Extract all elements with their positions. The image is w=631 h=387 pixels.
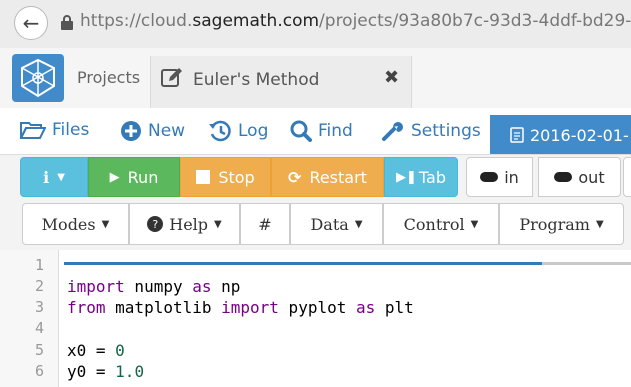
line-number: 6 <box>34 362 44 380</box>
toggle-in-label: in <box>504 167 519 187</box>
code-line[interactable]: import numpy as np <box>67 277 240 296</box>
lock-icon <box>61 15 73 30</box>
help-menu[interactable]: ? Help ▼ <box>129 203 240 245</box>
help-label: Help <box>169 214 209 234</box>
step-forward-icon: ▶❚ <box>396 169 417 185</box>
restart-label: Restart <box>309 167 367 187</box>
run-button[interactable]: ▶ Run <box>88 157 180 197</box>
caret-down-icon: ▼ <box>470 218 479 230</box>
sagemath-logo-icon[interactable] <box>12 54 64 102</box>
cell-progress-track <box>542 262 631 265</box>
code-text: pyplot <box>278 298 356 317</box>
find-link[interactable]: Find <box>290 120 353 142</box>
caret-down-icon: ▼ <box>595 218 604 230</box>
edit-icon <box>161 68 182 87</box>
arrow-left-icon: ← <box>22 11 40 35</box>
close-icon[interactable]: ✖ <box>384 67 399 88</box>
code-line[interactable]: x0 = 0 <box>67 341 125 360</box>
stop-icon <box>196 170 211 184</box>
keyword: as <box>355 298 376 317</box>
back-button[interactable]: ← <box>14 6 48 40</box>
search-icon <box>290 120 312 142</box>
line-number: 4 <box>34 319 44 337</box>
line-number: 1 <box>34 256 44 274</box>
modes-label: Modes <box>41 214 96 234</box>
keyword: import <box>221 298 279 317</box>
data-menu[interactable]: Data ▼ <box>290 203 383 245</box>
play-icon: ▶ <box>109 169 120 185</box>
code-line[interactable]: from matplotlib import pyplot as plt <box>67 298 414 317</box>
find-label: Find <box>318 121 353 141</box>
program-label: Program <box>519 214 590 234</box>
files-label: Files <box>52 120 90 140</box>
caret-down-icon: ▼ <box>101 218 110 230</box>
files-link[interactable]: Files <box>20 120 89 140</box>
toggle-out-button[interactable]: out <box>538 157 621 197</box>
stop-button[interactable]: Stop <box>180 157 271 197</box>
url-prefix: https://cloud. <box>80 11 193 31</box>
refresh-icon: ⟳ <box>288 167 302 187</box>
log-link[interactable]: Log <box>208 120 268 142</box>
keyword: as <box>192 277 212 296</box>
caret-down-icon: ▼ <box>354 218 363 230</box>
line-number: 3 <box>34 298 44 316</box>
keyword: from <box>67 298 106 317</box>
new-label: New <box>148 121 186 141</box>
stop-label: Stop <box>218 167 255 187</box>
restart-button[interactable]: ⟳ Restart <box>271 157 384 197</box>
info-button[interactable]: ℹ ▼ <box>20 157 88 197</box>
url-text[interactable]: https://cloud.sagemath.com/projects/93a8… <box>80 11 631 31</box>
code-text: numpy <box>124 277 193 296</box>
line-number: 2 <box>34 277 44 295</box>
plus-circle-icon <box>121 121 141 141</box>
number-literal: 1.0 <box>115 362 145 381</box>
control-menu[interactable]: Control ▼ <box>383 203 499 245</box>
code-text: matplotlib <box>105 298 222 317</box>
tab-projects[interactable]: Projects <box>77 68 140 87</box>
new-link[interactable]: New <box>120 120 185 142</box>
tab-file-label: Euler's Method <box>193 70 320 90</box>
toggle-in-button[interactable]: in <box>466 157 533 197</box>
data-label: Data <box>310 214 349 234</box>
history-icon <box>209 120 231 142</box>
code-line[interactable]: y0 = 1.0 <box>67 362 144 381</box>
code-text: plt <box>375 298 414 317</box>
log-label: Log <box>238 121 269 141</box>
toggle-icon <box>554 172 573 182</box>
more-toolbar-button[interactable] <box>623 157 631 197</box>
active-file-label: 2016-02-01- <box>530 125 629 145</box>
keyword: import <box>67 277 125 296</box>
program-menu[interactable]: Program ▼ <box>499 203 624 245</box>
url-host: sagemath.com <box>192 11 320 31</box>
caret-down-icon: ▼ <box>214 218 222 230</box>
toggle-icon <box>480 172 499 182</box>
cell-progress-bar <box>64 262 542 265</box>
info-icon: ℹ <box>43 167 50 187</box>
code-text: y0 = <box>67 362 116 381</box>
run-label: Run <box>127 167 159 187</box>
modes-menu[interactable]: Modes ▼ <box>22 203 129 245</box>
code-text: x0 = <box>67 341 116 360</box>
caret-down-icon: ▼ <box>57 171 65 183</box>
comment-button[interactable]: # <box>240 203 290 245</box>
toggle-out-label: out <box>578 167 605 187</box>
active-file-chip[interactable]: 2016-02-01- <box>490 115 631 155</box>
url-path: /projects/93a80b7c-93d3-4ddf-bd29-92 <box>319 11 631 31</box>
line-number: 5 <box>34 341 44 359</box>
tab-button[interactable]: ▶❚ Tab <box>384 157 458 197</box>
code-text: np <box>211 277 241 296</box>
settings-label: Settings <box>411 121 481 141</box>
number-literal: 0 <box>115 341 125 360</box>
folder-open-icon <box>20 122 46 139</box>
question-circle-icon: ? <box>147 216 164 232</box>
file-icon <box>510 127 524 143</box>
wrench-icon <box>382 122 403 141</box>
tab-label: Tab <box>418 167 446 187</box>
control-label: Control <box>403 214 465 234</box>
settings-link[interactable]: Settings <box>381 120 481 142</box>
